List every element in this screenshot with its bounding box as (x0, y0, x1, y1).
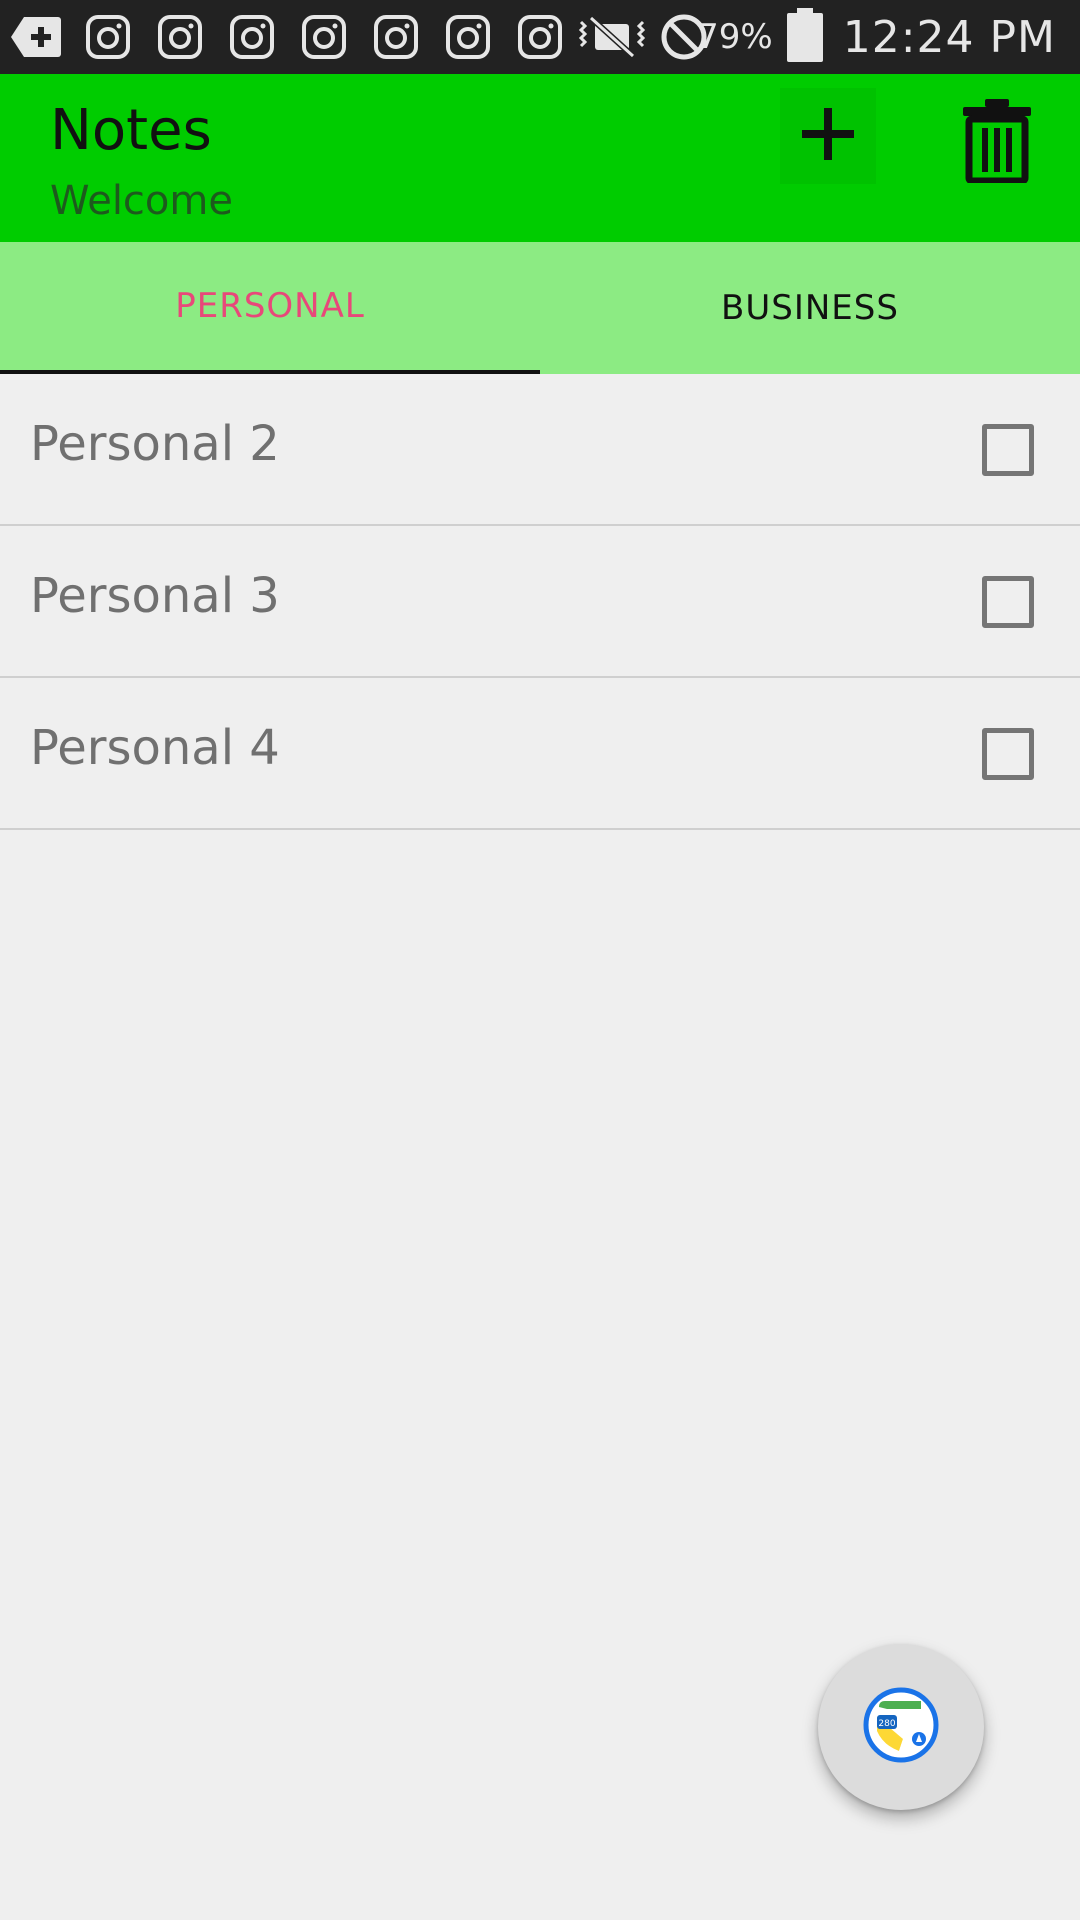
instagram-icon (216, 0, 288, 74)
note-label: Personal 4 (30, 720, 280, 776)
instagram-icon (360, 0, 432, 74)
add-icon (800, 106, 856, 166)
svg-text:280: 280 (878, 1719, 895, 1729)
note-label: Personal 3 (30, 568, 280, 624)
tab-personal[interactable]: PERSONAL (0, 242, 540, 374)
note-label: Personal 2 (30, 416, 280, 472)
list-item[interactable]: Personal 2 (0, 374, 1080, 526)
instagram-icon (144, 0, 216, 74)
delete-button[interactable] (950, 92, 1044, 192)
note-checkbox[interactable] (982, 728, 1034, 780)
trash-icon (961, 97, 1033, 187)
page-subtitle: Welcome (50, 178, 233, 224)
maps-app-icon: 280 (863, 1687, 939, 1767)
battery-percent: 79% (697, 17, 773, 57)
note-checkbox[interactable] (982, 576, 1034, 628)
tab-business[interactable]: BUSINESS (540, 242, 1080, 374)
maps-floating-button[interactable]: 280 (818, 1644, 984, 1810)
app-bar: Notes Welcome (0, 74, 1080, 242)
add-note-button[interactable] (780, 88, 876, 184)
instagram-icon (432, 0, 504, 74)
note-checkbox[interactable] (982, 424, 1034, 476)
instagram-icon (288, 0, 360, 74)
page-title: Notes (50, 98, 212, 163)
status-right: 79% 12:24 PM (691, 0, 1080, 74)
clock: 12:24 PM (842, 11, 1056, 63)
battery-icon (786, 8, 823, 66)
status-bar: 79% 12:24 PM (0, 0, 1080, 74)
add-box-icon (0, 0, 72, 74)
notification-icons (0, 0, 720, 74)
instagram-icon (72, 0, 144, 74)
list-item[interactable]: Personal 3 (0, 526, 1080, 678)
instagram-icon (504, 0, 576, 74)
vibrate-mute-icon (576, 0, 648, 74)
tab-bar: PERSONAL BUSINESS (0, 242, 1080, 374)
notes-list: Personal 2 Personal 3 Personal 4 (0, 374, 1080, 830)
list-item[interactable]: Personal 4 (0, 678, 1080, 830)
